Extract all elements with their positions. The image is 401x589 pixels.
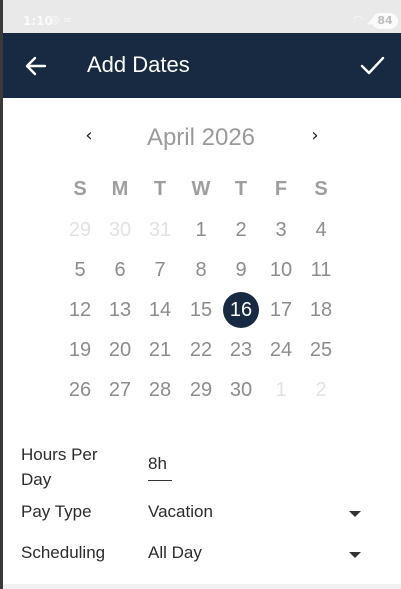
calendar-day[interactable]: 24 bbox=[263, 332, 299, 368]
screen: 1:10 ◎ ∞ ◠ ◢ 84 Add Dates ‹ April 2026 ›… bbox=[3, 0, 401, 589]
scheduling-value: All Day bbox=[148, 543, 202, 562]
arrow-left-icon bbox=[25, 56, 47, 76]
calendar-day[interactable]: 30 bbox=[102, 212, 138, 248]
weekday-label: M bbox=[111, 178, 129, 200]
calendar-day[interactable]: 10 bbox=[263, 252, 299, 288]
calendar-day[interactable]: 27 bbox=[102, 372, 138, 408]
calendar-day[interactable]: 30 bbox=[223, 372, 259, 408]
calendar-day[interactable]: 21 bbox=[142, 332, 178, 368]
notification-icons: ◎ ∞ bbox=[50, 13, 73, 26]
calendar-day[interactable]: 8 bbox=[183, 252, 219, 288]
calendar-day[interactable]: 3 bbox=[263, 212, 299, 248]
calendar-day[interactable]: 23 bbox=[223, 332, 259, 368]
calendar-day[interactable]: 25 bbox=[303, 332, 339, 368]
pay-type-label: Pay Type bbox=[21, 502, 92, 521]
selected-day[interactable]: 16 bbox=[223, 292, 259, 328]
calendar-day[interactable]: 22 bbox=[183, 332, 219, 368]
dropdown-arrow-icon bbox=[349, 552, 361, 558]
calendar-day[interactable]: 1 bbox=[183, 212, 219, 248]
status-bar: 1:10 ◎ ∞ ◠ ◢ 84 bbox=[3, 0, 401, 33]
scheduling-label: Scheduling bbox=[21, 543, 106, 562]
weekday-label: S bbox=[314, 178, 328, 200]
weekday-label: S bbox=[73, 178, 87, 200]
calendar-day[interactable]: 11 bbox=[303, 252, 339, 288]
calendar-day[interactable]: 29 bbox=[62, 212, 98, 248]
next-month-button[interactable]: › bbox=[305, 124, 325, 148]
calendar-day[interactable]: 19 bbox=[62, 332, 98, 368]
check-icon bbox=[360, 56, 385, 75]
hours-per-day-input[interactable]: 8h bbox=[148, 452, 172, 481]
calendar-day[interactable]: 6 bbox=[102, 252, 138, 288]
calendar-day[interactable]: 1 bbox=[263, 372, 299, 408]
hours-per-day-label: Hours Per Day bbox=[21, 445, 98, 489]
status-time: 1:10 bbox=[23, 14, 53, 28]
calendar-day[interactable]: 18 bbox=[303, 292, 339, 328]
calendar-day[interactable]: 4 bbox=[303, 212, 339, 248]
pay-type-value: Vacation bbox=[148, 502, 213, 521]
calendar-day[interactable]: 14 bbox=[142, 292, 178, 328]
calendar-day[interactable]: 5 bbox=[62, 252, 98, 288]
calendar-day[interactable]: 2 bbox=[303, 372, 339, 408]
page-title: Add Dates bbox=[87, 52, 190, 77]
calendar-day[interactable]: 9 bbox=[223, 252, 259, 288]
weekday-label: T bbox=[234, 178, 248, 200]
scheduling-select[interactable]: All Day bbox=[148, 543, 363, 569]
calendar-day[interactable]: 2 bbox=[223, 212, 259, 248]
weekday-label: W bbox=[191, 178, 211, 200]
pay-type-select[interactable]: Vacation bbox=[148, 502, 363, 528]
weekday-label: T bbox=[153, 178, 167, 200]
confirm-button[interactable] bbox=[357, 50, 387, 80]
month-label: April 2026 bbox=[146, 124, 256, 151]
calendar-day[interactable]: 7 bbox=[142, 252, 178, 288]
calendar-day[interactable]: 31 bbox=[142, 212, 178, 248]
prev-month-button[interactable]: ‹ bbox=[79, 124, 99, 148]
calendar-day[interactable]: 13 bbox=[102, 292, 138, 328]
weekday-label: F bbox=[274, 178, 288, 200]
calendar-day[interactable]: 17 bbox=[263, 292, 299, 328]
dropdown-arrow-icon bbox=[349, 511, 361, 517]
calendar-day[interactable]: 15 bbox=[183, 292, 219, 328]
calendar-day[interactable]: 26 bbox=[62, 372, 98, 408]
battery-icon: 84 bbox=[372, 13, 398, 29]
bottom-divider bbox=[3, 584, 401, 589]
app-bar: Add Dates bbox=[3, 33, 401, 98]
calendar-day[interactable]: 28 bbox=[142, 372, 178, 408]
calendar-day[interactable]: 12 bbox=[62, 292, 98, 328]
calendar-day[interactable]: 29 bbox=[183, 372, 219, 408]
calendar-day[interactable]: 20 bbox=[102, 332, 138, 368]
back-button[interactable] bbox=[21, 51, 51, 81]
calendar-header: ‹ April 2026 › bbox=[3, 120, 401, 160]
